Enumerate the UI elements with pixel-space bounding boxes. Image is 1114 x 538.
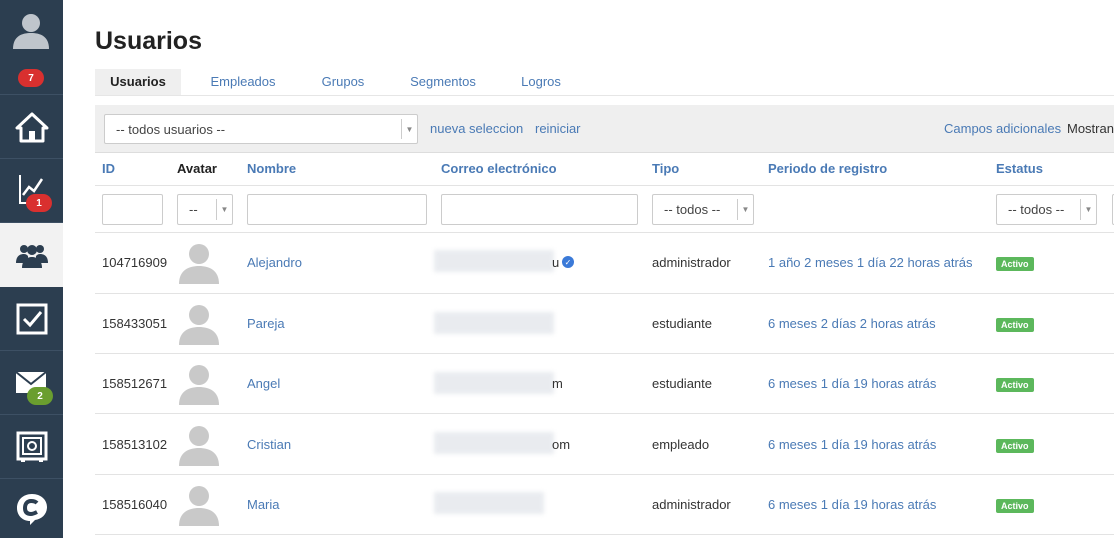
type-filter-value: -- todos --: [664, 202, 721, 217]
reset-link[interactable]: reiniciar: [535, 121, 581, 136]
divider: [95, 185, 1114, 186]
extra-fields-link[interactable]: Campos adicionales: [944, 121, 1061, 136]
divider: [95, 232, 1114, 233]
registration-period: 6 meses 2 días 2 horas atrás: [768, 316, 936, 331]
default-avatar-icon: [179, 305, 219, 345]
divider: [95, 474, 1114, 475]
verified-check-icon: ✓: [562, 256, 574, 268]
chevron-down-icon: ▼: [737, 199, 753, 220]
column-header-status[interactable]: Estatus: [996, 161, 1043, 176]
sidebar-item-users[interactable]: [0, 223, 63, 287]
divider: [95, 534, 1114, 535]
user-type: estudiante: [652, 376, 712, 391]
users-icon: [15, 245, 48, 268]
user-name-link[interactable]: Alejandro: [247, 255, 302, 270]
status-badge: Activo: [996, 318, 1034, 332]
column-header-id[interactable]: ID: [102, 161, 115, 176]
redacted-email: [434, 432, 554, 454]
main-content: Usuarios Usuarios Empleados Grupos Segme…: [95, 0, 1114, 538]
chevron-down-icon: ▼: [401, 119, 417, 139]
user-id: 158512671: [102, 376, 168, 391]
user-selection-dropdown[interactable]: -- todos usuarios -- ▼: [104, 114, 418, 144]
user-id: 158433051: [102, 316, 168, 331]
user-selection-value: -- todos usuarios --: [116, 121, 226, 137]
user-name-link[interactable]: Pareja: [247, 316, 285, 331]
notification-badge: 2: [27, 387, 53, 405]
user-email-tail: m: [552, 376, 563, 391]
chevron-down-icon: ▼: [216, 199, 232, 220]
avatar-filter-value: --: [189, 202, 198, 217]
sidebar-item-chat[interactable]: [0, 479, 63, 538]
sidebar: 7 1 2: [0, 0, 63, 538]
column-header-type[interactable]: Tipo: [652, 161, 679, 176]
column-header-email[interactable]: Correo electrónico: [441, 161, 557, 176]
tab-usuarios[interactable]: Usuarios: [95, 69, 181, 95]
chat-logo-icon: [16, 493, 47, 525]
id-filter-input[interactable]: [102, 194, 163, 225]
user-name-link[interactable]: Cristian: [247, 437, 291, 452]
avatar-filter-dropdown[interactable]: -- ▼: [177, 194, 233, 225]
type-filter-dropdown[interactable]: -- todos -- ▼: [652, 194, 754, 225]
divider: [95, 293, 1114, 294]
status-badge: Activo: [996, 257, 1034, 271]
checkbox-icon: [16, 303, 47, 334]
user-id: 104716909: [102, 255, 168, 270]
tab-bar: Usuarios Empleados Grupos Segmentos Logr…: [95, 69, 1114, 96]
redacted-email: [434, 312, 554, 334]
status-filter-value: -- todos --: [1008, 202, 1065, 217]
page-title: Usuarios: [95, 27, 202, 55]
registration-period: 6 meses 1 día 19 horas atrás: [768, 497, 937, 512]
chevron-down-icon: ▼: [1080, 199, 1096, 220]
user-type: administrador: [652, 255, 731, 270]
sidebar-item-safe[interactable]: [0, 415, 63, 479]
divider: [95, 413, 1114, 414]
tab-empleados[interactable]: Empleados: [181, 69, 305, 95]
sidebar-item-profile[interactable]: 7: [0, 0, 63, 95]
default-avatar-icon: [179, 426, 219, 466]
safe-icon: [16, 431, 47, 462]
user-id: 158513102: [102, 437, 168, 452]
status-badge: Activo: [996, 378, 1034, 392]
notification-badge: 1: [26, 194, 52, 212]
column-header-avatar: Avatar: [177, 161, 217, 176]
user-avatar-icon: [13, 14, 49, 49]
user-name-link[interactable]: Angel: [247, 376, 280, 391]
notification-badge: 7: [18, 69, 44, 87]
default-avatar-icon: [179, 365, 219, 405]
name-filter-input[interactable]: [247, 194, 427, 225]
user-type: administrador: [652, 497, 731, 512]
user-type: empleado: [652, 437, 710, 452]
user-type: estudiante: [652, 316, 712, 331]
status-badge: Activo: [996, 439, 1034, 453]
redacted-email: [434, 250, 554, 272]
redacted-email: [434, 492, 544, 514]
sidebar-item-messages[interactable]: 2: [0, 351, 63, 415]
sidebar-item-reports[interactable]: 1: [0, 159, 63, 223]
filter-bar: -- todos usuarios -- ▼ nueva seleccion r…: [95, 105, 1114, 153]
registration-period: 6 meses 1 día 19 horas atrás: [768, 437, 937, 452]
registration-period: 6 meses 1 día 19 horas atrás: [768, 376, 937, 391]
divider: [95, 353, 1114, 354]
column-header-name[interactable]: Nombre: [247, 161, 296, 176]
user-name-link[interactable]: Maria: [247, 497, 280, 512]
default-avatar-icon: [179, 486, 219, 526]
sidebar-item-tasks[interactable]: [0, 287, 63, 351]
status-filter-dropdown[interactable]: -- todos -- ▼: [996, 194, 1097, 225]
tab-segmentos[interactable]: Segmentos: [381, 69, 505, 95]
status-badge: Activo: [996, 499, 1034, 513]
user-id: 158516040: [102, 497, 168, 512]
user-email-tail: om: [552, 437, 571, 452]
showing-label: Mostrand: [1067, 121, 1114, 136]
default-avatar-icon: [179, 244, 219, 284]
home-icon: [15, 112, 48, 142]
user-email-tail: u: [552, 255, 560, 270]
tab-grupos[interactable]: Grupos: [305, 69, 381, 95]
registration-period: 1 año 2 meses 1 día 22 horas atrás: [768, 255, 973, 270]
tab-logros[interactable]: Logros: [505, 69, 577, 95]
email-filter-input[interactable]: [441, 194, 638, 225]
new-selection-link[interactable]: nueva seleccion: [430, 121, 523, 136]
column-header-period[interactable]: Periodo de registro: [768, 161, 887, 176]
sidebar-item-home[interactable]: [0, 95, 63, 159]
redacted-email: [434, 372, 554, 394]
